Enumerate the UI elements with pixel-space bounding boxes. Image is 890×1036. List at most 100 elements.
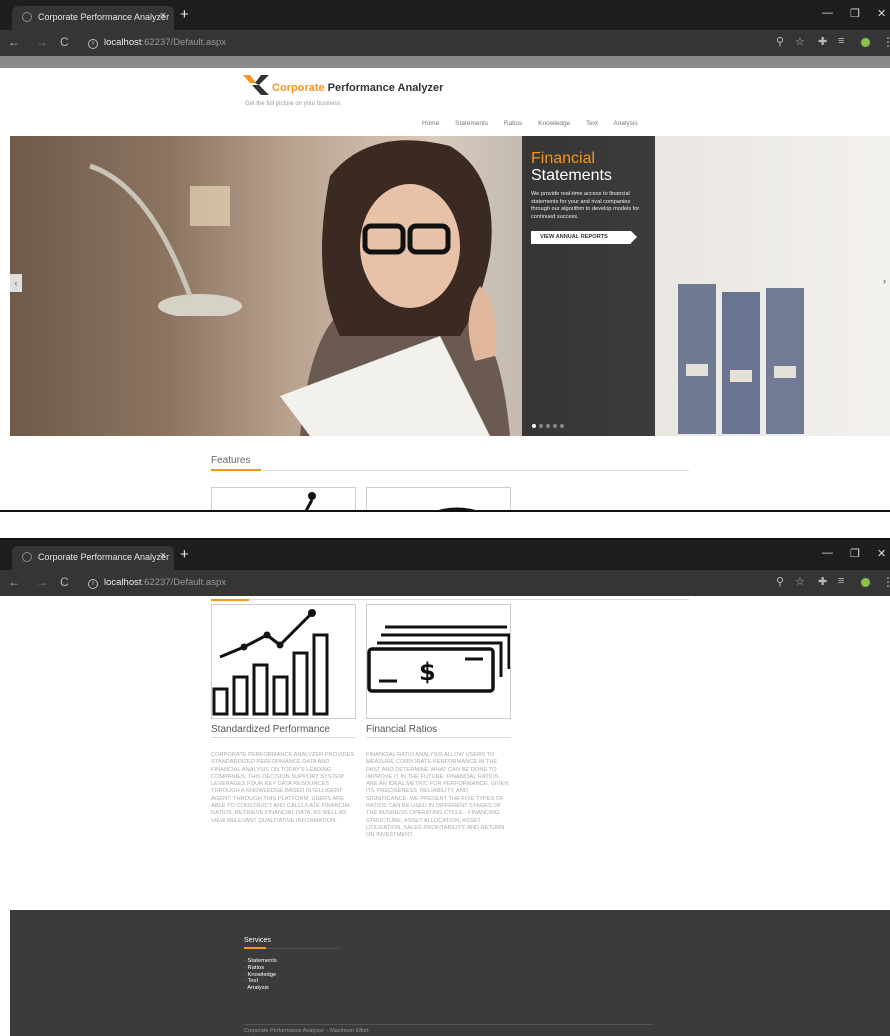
money-bills-icon: $ <box>367 625 510 693</box>
site-brand[interactable]: Corporate Performance Analyzer <box>272 82 443 94</box>
close-tab-icon[interactable]: × <box>160 10 166 22</box>
slide-dot-2[interactable] <box>539 424 543 428</box>
new-tab-button[interactable]: + <box>180 6 189 23</box>
footer-link-analysis[interactable]: Analysis <box>244 985 277 992</box>
menu-icon[interactable]: ⋮ <box>882 575 890 589</box>
view-annual-reports-button[interactable]: VIEW ANNUAL REPORTS <box>531 231 637 244</box>
money-icon-partial <box>438 507 476 510</box>
nav-knowledge[interactable]: Knowledge <box>538 120 570 127</box>
features-heading: Features <box>211 455 251 466</box>
carousel-prev-icon[interactable]: ‹ <box>10 274 22 292</box>
url-host: localhost <box>104 37 142 48</box>
card-1-text: Corporate Performance Analyzer provides … <box>211 752 355 824</box>
slide-dot-5[interactable] <box>560 424 564 428</box>
address-bar[interactable]: i localhost:62237/Default.aspx <box>84 573 784 593</box>
forward-icon[interactable]: → <box>36 35 48 49</box>
slide-dot-4[interactable] <box>553 424 557 428</box>
close-tab-icon[interactable]: × <box>160 550 166 562</box>
logo-icon <box>243 75 269 95</box>
slide-dot-1[interactable] <box>532 424 536 428</box>
footer-link-text[interactable]: Text <box>244 978 277 985</box>
extensions-icon[interactable]: ✚ <box>818 575 827 588</box>
nav-text[interactable]: Text <box>586 120 598 127</box>
tab-title: Corporate Performance Analyzer <box>38 552 170 562</box>
close-window-icon[interactable]: ✕ <box>877 7 886 20</box>
reload-icon[interactable]: C <box>60 35 69 49</box>
profile-avatar[interactable] <box>859 576 872 589</box>
browser-tab-strip: Corporate Performance Analyzer × + — ❐ ✕ <box>0 0 890 30</box>
menu-icon[interactable]: ⋮ <box>882 35 890 49</box>
screenshot-separator <box>0 510 890 540</box>
carousel-indicators <box>532 415 567 433</box>
card-2-divider <box>366 737 511 738</box>
restore-icon[interactable]: ❐ <box>850 7 860 20</box>
footer-copyright: Corporate Performance Analyzer – Maximum… <box>244 1028 369 1034</box>
star-icon[interactable]: ☆ <box>795 575 805 588</box>
address-bar[interactable]: i localhost:62237/Default.aspx <box>84 33 784 53</box>
card-1-title: Standardized Performance <box>211 724 330 735</box>
browser-toolbar: ← → C i localhost:62237/Default.aspx ⚲ ☆ … <box>0 570 890 596</box>
hero-heading: Statements <box>531 167 612 184</box>
zoom-icon[interactable]: ⚲ <box>776 35 784 48</box>
features-accent-bar <box>211 469 261 471</box>
screenshot-top: Corporate Performance Analyzer × + — ❐ ✕… <box>0 0 890 510</box>
nav-home[interactable]: Home <box>422 120 439 127</box>
card-2-image-partial <box>366 487 511 510</box>
globe-icon <box>22 12 32 22</box>
card-1-divider <box>211 737 356 738</box>
hero-heading-orange: Financial <box>531 150 596 167</box>
extensions-icon[interactable]: ✚ <box>818 35 827 48</box>
minimize-icon[interactable]: — <box>822 547 833 559</box>
url-host: localhost <box>104 577 142 588</box>
slide-dot-3[interactable] <box>546 424 550 428</box>
info-icon[interactable]: i <box>88 579 98 589</box>
zoom-icon[interactable]: ⚲ <box>776 575 784 588</box>
forward-icon[interactable]: → <box>36 575 48 589</box>
media-icon[interactable]: ≡ <box>838 575 844 587</box>
footer-bottom-divider <box>244 1024 653 1025</box>
features-divider <box>211 470 689 471</box>
back-icon[interactable]: ← <box>8 35 20 49</box>
browser-tab[interactable]: Corporate Performance Analyzer × <box>12 6 174 30</box>
back-icon[interactable]: ← <box>8 575 20 589</box>
reload-icon[interactable]: C <box>60 575 69 589</box>
browser-tab-strip: Corporate Performance Analyzer × + — ❐ ✕ <box>0 540 890 570</box>
nav-statements[interactable]: Statements <box>455 120 488 127</box>
hero-woman-photo <box>280 140 510 436</box>
footer-link-ratios[interactable]: Ratios <box>244 965 277 972</box>
footer-link-statements[interactable]: Statements <box>244 958 277 965</box>
nav-analysis[interactable]: Analysis <box>613 120 637 127</box>
nav-ratios[interactable]: Ratios <box>504 120 522 127</box>
hero-carousel: Financial Statements We provide real-tim… <box>10 136 890 436</box>
features-accent-bar <box>211 599 249 601</box>
svg-text:$: $ <box>419 658 436 686</box>
brand-orange: Corporate <box>272 82 325 94</box>
restore-icon[interactable]: ❐ <box>850 547 860 560</box>
footer-link-knowledge[interactable]: Knowledge <box>244 972 277 979</box>
info-icon[interactable]: i <box>88 39 98 49</box>
page-top-band <box>0 56 890 68</box>
card-2-title: Financial Ratios <box>366 724 438 735</box>
tab-title: Corporate Performance Analyzer <box>38 12 170 22</box>
hero-description: We provide real-time access to financial… <box>531 191 640 220</box>
close-window-icon[interactable]: ✕ <box>877 547 886 560</box>
card-1-image-partial <box>211 487 356 510</box>
site-tagline: Get the full picture on your business <box>245 101 341 107</box>
site-footer: Services Statements Ratios Knowledge Tex… <box>10 910 890 1036</box>
minimize-icon[interactable]: — <box>822 7 833 19</box>
hero-caption-panel: Financial Statements We provide real-tim… <box>522 136 655 436</box>
media-icon[interactable]: ≡ <box>838 35 844 47</box>
globe-icon <box>22 552 32 562</box>
carousel-next-icon[interactable]: › <box>883 276 886 286</box>
footer-accent-bar <box>244 947 266 949</box>
main-nav: Home Statements Ratios Knowledge Text An… <box>422 120 652 127</box>
star-icon[interactable]: ☆ <box>795 35 805 48</box>
performance-chart-icon <box>212 609 329 716</box>
profile-avatar[interactable] <box>859 36 872 49</box>
chart-icon-partial <box>304 492 316 510</box>
screenshot-bottom: Corporate Performance Analyzer × + — ❐ ✕… <box>0 540 890 1036</box>
url-path: :62237/Default.aspx <box>141 37 227 48</box>
new-tab-button[interactable]: + <box>180 546 189 563</box>
features-divider <box>211 599 689 600</box>
browser-tab[interactable]: Corporate Performance Analyzer × <box>12 546 174 570</box>
